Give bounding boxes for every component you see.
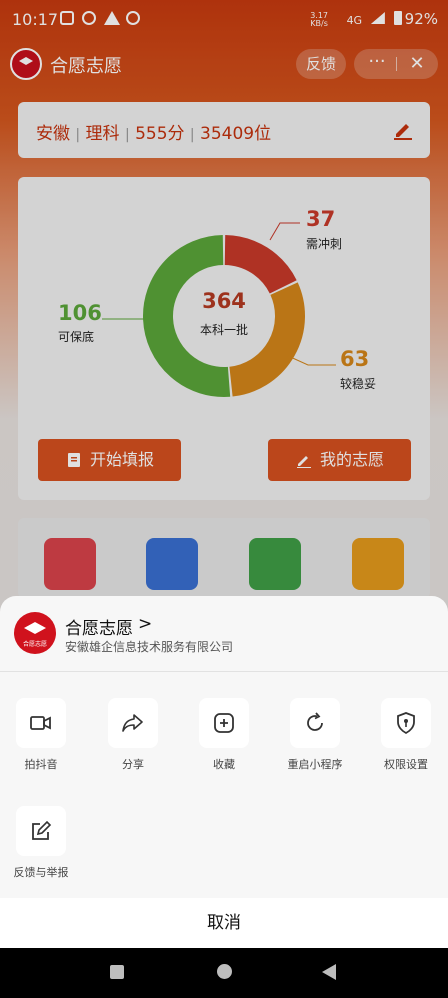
feedback-button[interactable]: 反馈 xyxy=(296,49,346,79)
battery-level: 92% xyxy=(404,10,438,28)
shield-key-icon xyxy=(397,712,415,735)
slice-0-value: 37 xyxy=(306,207,336,231)
action-permissions[interactable]: 权限设置 xyxy=(368,698,444,772)
leader-line-0 xyxy=(269,222,300,241)
action-feedback-report[interactable]: 反馈与举报 xyxy=(3,806,79,880)
app-title: 合愿志愿 xyxy=(50,56,122,77)
action-label: 反馈与举报 xyxy=(13,866,69,879)
pencil-icon xyxy=(297,456,311,468)
slice-0-label: 需冲刺 xyxy=(306,237,343,251)
action-share[interactable]: 分享 xyxy=(95,698,171,772)
action-icon-box xyxy=(381,698,431,748)
book-icon[interactable] xyxy=(146,538,198,590)
status-time: 10:17 xyxy=(12,10,59,29)
warning-icon xyxy=(104,11,120,25)
home-icon[interactable] xyxy=(217,964,232,979)
score-value: 555分 xyxy=(135,124,185,144)
rank-value: 35409位 xyxy=(200,124,272,144)
center-value: 364 xyxy=(202,289,246,313)
capsule-divider xyxy=(396,57,397,71)
divider xyxy=(0,671,448,672)
app-logo xyxy=(10,48,42,80)
action-label: 拍抖音 xyxy=(24,758,58,771)
target-icon xyxy=(126,11,140,25)
mini-program-logo: 合愿志愿 xyxy=(14,612,56,654)
back-icon[interactable] xyxy=(322,964,336,980)
action-restart[interactable]: 重启小程序 xyxy=(277,698,353,772)
score-summary: 安徽 | 理科 | 555分 | 35409位 xyxy=(36,119,271,144)
notification-icon xyxy=(60,11,74,25)
network-type: 4G xyxy=(346,14,363,27)
action-label: 权限设置 xyxy=(384,758,428,771)
action-icon-box xyxy=(108,698,158,748)
net-speed: 3.17 KB/s xyxy=(310,12,328,28)
video-camera-icon xyxy=(30,716,51,730)
slice-1-label: 较稳妥 xyxy=(340,377,377,391)
action-sheet: 合愿志愿 合愿志愿 > 安徽雄企信息技术服务有限公司 拍抖音 分享 收藏 重启小… xyxy=(0,596,448,948)
center-label: 本科一批 xyxy=(199,323,248,337)
add-favorite-icon xyxy=(214,713,234,733)
document-icon xyxy=(68,453,80,467)
signal-icon xyxy=(370,12,385,24)
my-volunteer-label: 我的志愿 xyxy=(320,450,385,469)
net-speed-unit: KB/s xyxy=(310,19,328,28)
graduation-cap-icon xyxy=(24,622,46,634)
slice-2-label: 可保底 xyxy=(58,330,95,344)
feature-grid xyxy=(18,518,430,598)
notification-icon xyxy=(82,11,96,25)
separator: | xyxy=(189,127,195,143)
donut-slice-0 xyxy=(224,235,297,295)
donut-slice-2 xyxy=(143,235,231,397)
action-label: 分享 xyxy=(122,758,144,771)
bar-chart-icon[interactable] xyxy=(249,538,301,590)
action-label: 重启小程序 xyxy=(287,758,343,771)
my-volunteer-button[interactable]: 我的志愿 xyxy=(268,439,411,481)
slice-1-value: 63 xyxy=(340,347,370,371)
action-icon-box xyxy=(199,698,249,748)
chart-card: 37 需冲刺 63 较稳妥 106 可保底 364 本科一批 开始填报 我的志愿 xyxy=(18,177,430,500)
action-icon-box xyxy=(16,806,66,856)
share-arrow-icon xyxy=(122,714,143,732)
chevron-right-icon[interactable]: > xyxy=(138,614,152,634)
battery-icon xyxy=(393,11,402,25)
recents-icon[interactable] xyxy=(110,965,124,979)
android-nav-bar xyxy=(0,948,448,998)
company-name: 安徽雄企信息技术服务有限公司 xyxy=(65,640,234,654)
separator: | xyxy=(124,127,130,143)
action-label: 收藏 xyxy=(213,758,235,771)
mini-program-name[interactable]: 合愿志愿 xyxy=(65,614,133,639)
subject: 理科 xyxy=(85,124,120,144)
close-icon[interactable]: ✕ xyxy=(400,49,434,79)
cancel-button[interactable]: 取消 xyxy=(0,898,448,948)
capsule-menu: ··· ✕ xyxy=(354,49,438,79)
trend-chart-icon[interactable] xyxy=(352,538,404,590)
graduation-cap-icon[interactable] xyxy=(44,538,96,590)
score-card[interactable]: 安徽 | 理科 | 555分 | 35409位 xyxy=(18,102,430,158)
province: 安徽 xyxy=(36,124,70,144)
restart-icon xyxy=(307,712,323,731)
start-filling-label: 开始填报 xyxy=(90,450,155,469)
separator: | xyxy=(75,127,81,143)
action-icon-box xyxy=(16,698,66,748)
edit-icon[interactable] xyxy=(392,118,414,140)
logo-text: 合愿志愿 xyxy=(22,641,47,648)
slice-2-value: 106 xyxy=(58,301,102,325)
action-favorite[interactable]: 收藏 xyxy=(186,698,262,772)
action-icon-box xyxy=(290,698,340,748)
start-filling-button[interactable]: 开始填报 xyxy=(38,439,181,481)
status-right: 4G 92% xyxy=(347,10,438,28)
edit-report-icon xyxy=(32,820,52,840)
status-bar: 10:17 3.17 KB/s 4G 92% xyxy=(0,0,448,40)
title-bar: 合愿志愿 反馈 ··· ✕ xyxy=(0,44,448,84)
action-douyin[interactable]: 拍抖音 xyxy=(3,698,79,772)
more-icon[interactable]: ··· xyxy=(360,49,394,75)
